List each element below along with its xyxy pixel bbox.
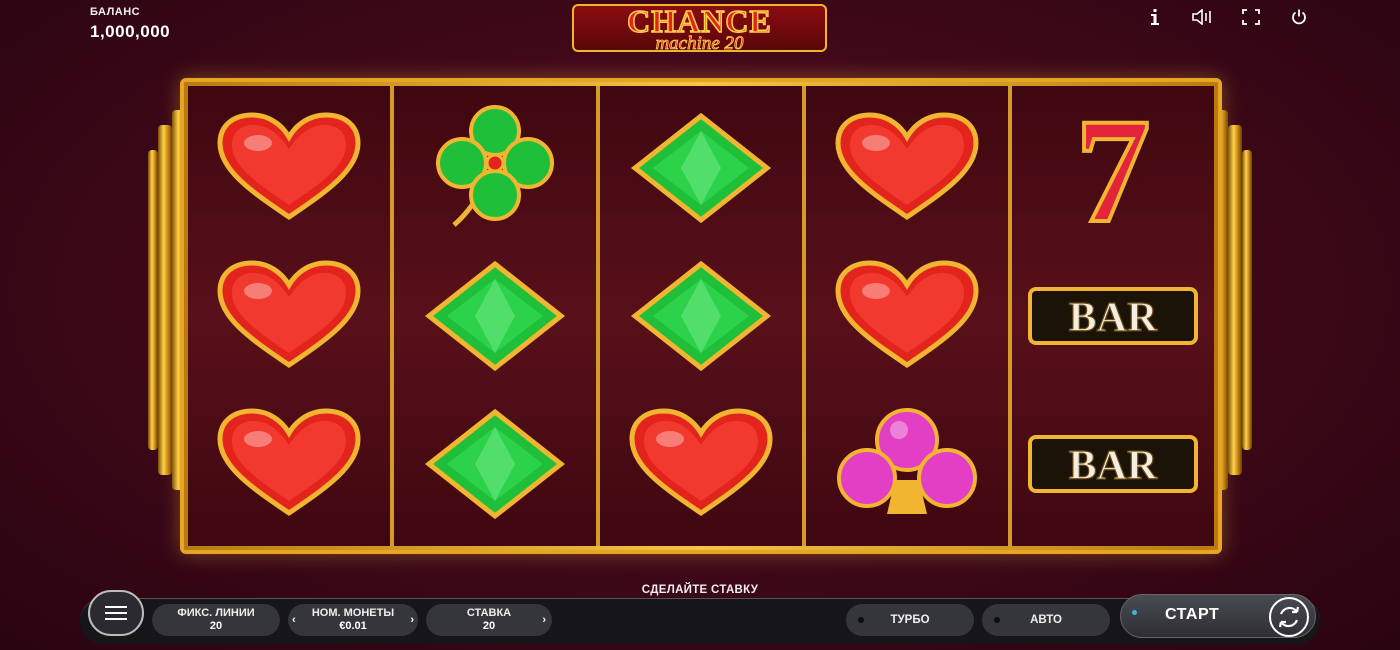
turbo-button[interactable]: ТУРБО — [846, 604, 974, 636]
diamond-symbol — [410, 394, 580, 534]
bet-label: СТАВКА — [466, 607, 512, 619]
fullscreen-icon[interactable] — [1238, 6, 1264, 28]
auto-button[interactable]: АВТО — [982, 604, 1110, 636]
bar-symbol: BAR — [1028, 394, 1198, 534]
reel-4 — [806, 86, 1008, 546]
reels-area: 7 BAR BAR — [188, 86, 1214, 546]
start-label: СТАРТ — [1165, 606, 1220, 623]
bet-selector: СТАВКА 20 › — [426, 604, 552, 636]
coin-increase-icon[interactable]: › — [410, 614, 414, 627]
sound-icon[interactable] — [1190, 6, 1216, 28]
reel-1 — [188, 86, 390, 546]
clover-symbol — [410, 98, 580, 238]
diamond-symbol — [616, 98, 786, 238]
fixed-lines-label: ФИКС. ЛИНИИ — [177, 607, 255, 619]
diamond-symbol — [410, 246, 580, 386]
auto-label: АВТО — [1030, 614, 1062, 626]
heart-symbol — [822, 98, 992, 238]
top-controls — [1142, 6, 1312, 28]
menu-icon — [105, 606, 127, 608]
seven-symbol: 7 — [1028, 86, 1198, 256]
reels-frame: 7 BAR BAR — [180, 78, 1222, 554]
bar-symbol: BAR — [1028, 246, 1198, 386]
balance-value: 1,000,000 — [90, 22, 171, 41]
heart-symbol — [204, 394, 374, 534]
coin-value-selector: ‹ НОМ. МОНЕТЫ €0.01 › — [288, 604, 418, 636]
balance-label: БАЛАНС — [90, 6, 141, 18]
coin-value: €0.01 — [339, 620, 367, 632]
reel-5: 7 BAR BAR — [1012, 86, 1214, 546]
start-button[interactable]: СТАРТ — [1120, 594, 1316, 638]
svg-text:7: 7 — [1076, 88, 1151, 254]
bet-value: 20 — [482, 620, 496, 632]
logo-title: CHANCE — [626, 3, 772, 39]
heart-symbol — [822, 246, 992, 386]
start-indicator — [1132, 610, 1137, 615]
fixed-lines-display: ФИКС. ЛИНИИ 20 — [152, 604, 280, 636]
game-logo: CHANCE machine 20 — [572, 3, 827, 54]
svg-text:BAR: BAR — [1069, 443, 1158, 489]
club-symbol — [822, 394, 992, 534]
balance-display: БАЛАНС 1,000,000 — [90, 6, 170, 42]
logo-subtitle: machine 20 — [655, 33, 744, 54]
spin-icon[interactable] — [1269, 597, 1309, 637]
reel-3 — [600, 86, 802, 546]
turbo-indicator — [858, 617, 864, 623]
coin-value-label: НОМ. МОНЕТЫ — [311, 607, 395, 619]
diamond-symbol — [616, 246, 786, 386]
heart-symbol — [204, 98, 374, 238]
heart-symbol — [616, 394, 786, 534]
reel-2 — [394, 86, 596, 546]
turbo-label: ТУРБО — [890, 614, 930, 626]
auto-indicator — [994, 617, 1000, 623]
power-icon[interactable] — [1286, 6, 1312, 28]
fixed-lines-value: 20 — [209, 620, 223, 632]
coin-decrease-icon[interactable]: ‹ — [292, 614, 296, 627]
bet-increase-icon[interactable]: › — [542, 614, 546, 627]
svg-text:BAR: BAR — [1069, 295, 1158, 341]
info-icon[interactable] — [1142, 6, 1168, 28]
heart-symbol — [204, 246, 374, 386]
menu-button[interactable] — [88, 590, 144, 636]
